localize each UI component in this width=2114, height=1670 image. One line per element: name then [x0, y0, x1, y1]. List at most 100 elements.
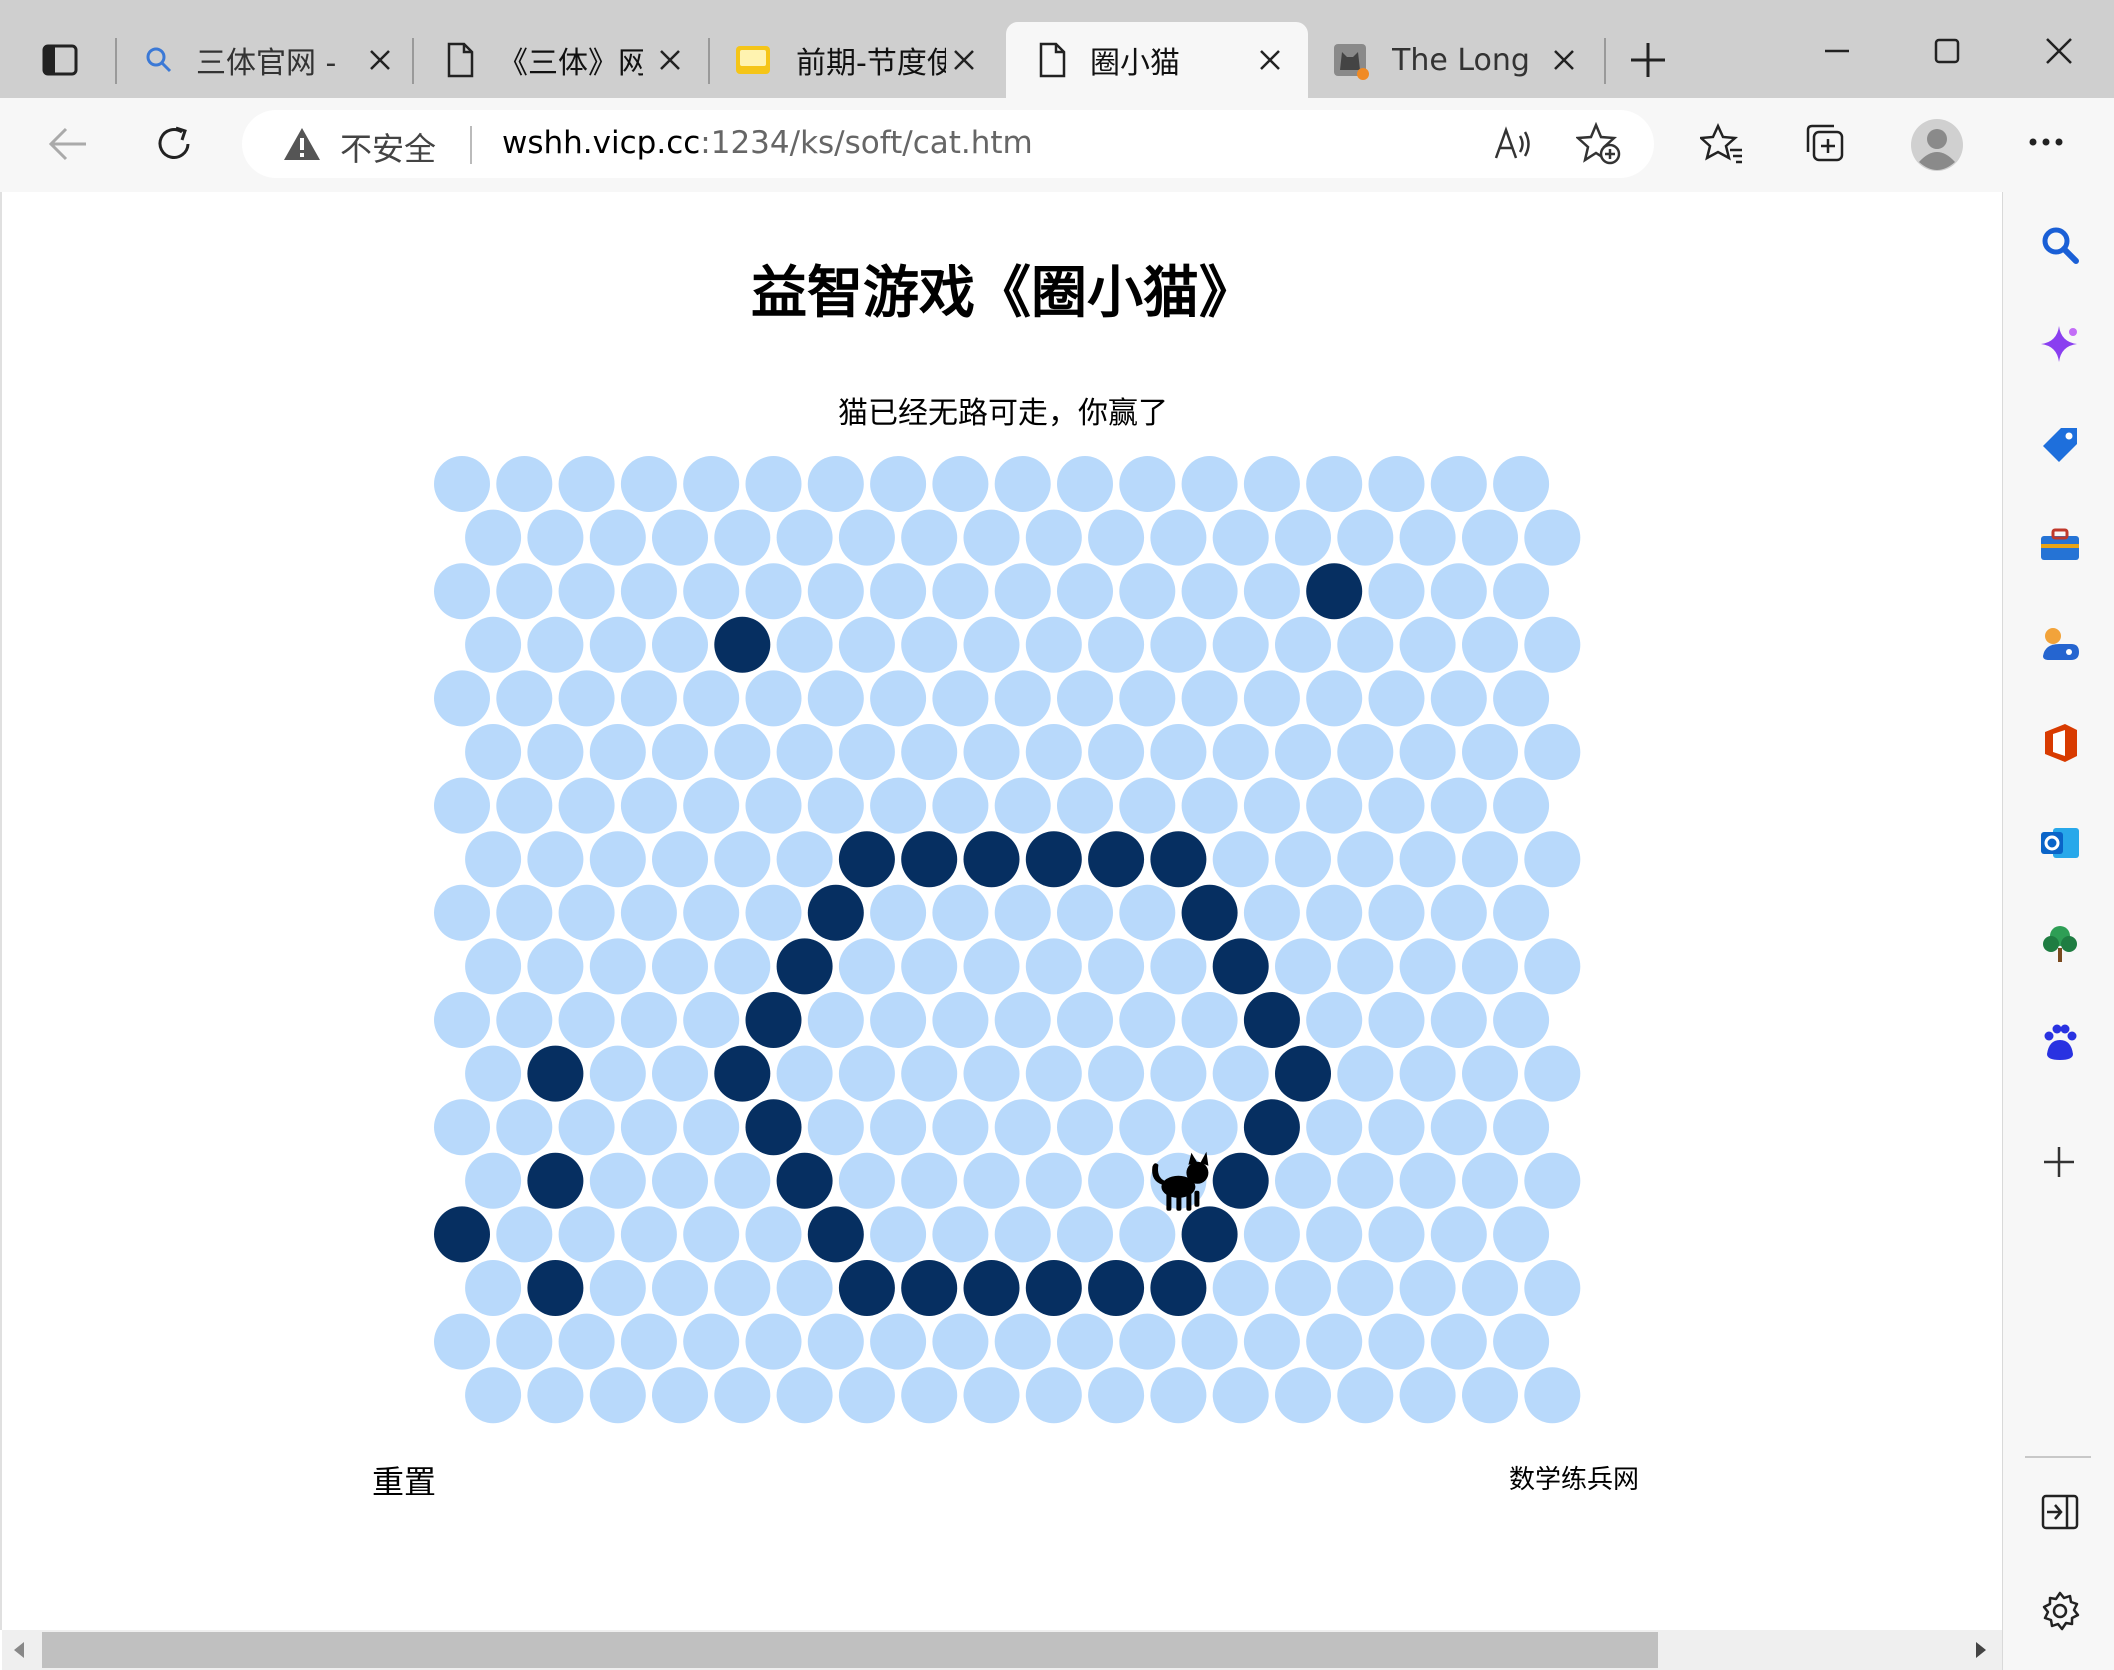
open-cell[interactable]	[1337, 938, 1394, 995]
close-icon[interactable]	[650, 40, 690, 80]
open-cell[interactable]	[1462, 724, 1518, 780]
open-cell[interactable]	[1368, 884, 1425, 941]
open-cell[interactable]	[589, 1152, 646, 1209]
open-cell[interactable]	[1306, 1206, 1363, 1263]
open-cell[interactable]	[994, 777, 1051, 834]
open-cell[interactable]	[1493, 777, 1550, 834]
open-cell[interactable]	[838, 724, 895, 780]
open-cell[interactable]	[434, 884, 490, 941]
open-cell[interactable]	[745, 670, 802, 727]
open-cell[interactable]	[1150, 1367, 1207, 1424]
blocked-cell[interactable]	[1306, 563, 1363, 620]
blocked-cell[interactable]	[1150, 1260, 1207, 1316]
open-cell[interactable]	[714, 1152, 771, 1209]
open-cell[interactable]	[932, 670, 989, 727]
open-cell[interactable]	[870, 670, 927, 727]
open-cell[interactable]	[901, 938, 958, 995]
open-cell[interactable]	[1025, 616, 1082, 673]
open-cell[interactable]	[745, 884, 802, 941]
open-cell[interactable]	[994, 456, 1051, 512]
open-cell[interactable]	[994, 670, 1051, 727]
refresh-icon[interactable]	[152, 122, 196, 166]
open-cell[interactable]	[1057, 1206, 1113, 1263]
open-cell[interactable]	[527, 509, 584, 566]
open-cell[interactable]	[1524, 509, 1581, 566]
open-cell[interactable]	[1368, 563, 1425, 620]
open-cell[interactable]	[963, 1045, 1020, 1102]
open-cell[interactable]	[1430, 1099, 1487, 1156]
open-cell[interactable]	[434, 456, 490, 512]
open-cell[interactable]	[994, 563, 1051, 620]
open-cell[interactable]	[683, 1099, 740, 1156]
scroll-left-icon[interactable]	[12, 1640, 26, 1660]
open-cell[interactable]	[558, 563, 615, 620]
open-cell[interactable]	[932, 1313, 989, 1370]
open-cell[interactable]	[558, 1313, 615, 1370]
open-cell[interactable]	[1524, 831, 1581, 888]
open-cell[interactable]	[1399, 938, 1456, 995]
open-cell[interactable]	[1275, 938, 1331, 995]
open-cell[interactable]	[1275, 616, 1331, 673]
open-cell[interactable]	[1399, 1045, 1456, 1102]
blocked-cell[interactable]	[807, 884, 864, 941]
open-cell[interactable]	[1524, 1152, 1581, 1209]
open-cell[interactable]	[932, 1099, 989, 1156]
open-cell[interactable]	[1057, 563, 1113, 620]
blocked-cell[interactable]	[807, 1206, 864, 1263]
scroll-right-icon[interactable]	[1974, 1640, 1988, 1660]
open-cell[interactable]	[1119, 670, 1176, 727]
open-cell[interactable]	[963, 1367, 1020, 1424]
open-cell[interactable]	[558, 777, 615, 834]
open-cell[interactable]	[1057, 670, 1113, 727]
open-cell[interactable]	[1524, 724, 1581, 780]
open-cell[interactable]	[465, 831, 522, 888]
open-cell[interactable]	[1462, 938, 1518, 995]
open-cell[interactable]	[1430, 992, 1487, 1048]
open-cell[interactable]	[1306, 670, 1363, 727]
close-icon[interactable]	[360, 40, 400, 80]
blocked-cell[interactable]	[434, 1206, 490, 1263]
open-cell[interactable]	[1337, 509, 1394, 566]
games-icon[interactable]	[2039, 622, 2081, 664]
open-cell[interactable]	[558, 884, 615, 941]
open-cell[interactable]	[1243, 777, 1300, 834]
open-cell[interactable]	[1181, 1313, 1238, 1370]
open-cell[interactable]	[589, 724, 646, 780]
blocked-cell[interactable]	[838, 831, 895, 888]
open-cell[interactable]	[1430, 777, 1487, 834]
open-cell[interactable]	[1493, 456, 1550, 512]
open-cell[interactable]	[963, 724, 1020, 780]
open-cell[interactable]	[1119, 456, 1176, 512]
open-cell[interactable]	[745, 1313, 802, 1370]
read-aloud-icon[interactable]	[1492, 124, 1534, 164]
blocked-cell[interactable]	[1181, 884, 1238, 941]
minimize-icon[interactable]	[1822, 36, 1852, 66]
open-cell[interactable]	[652, 616, 708, 673]
open-cell[interactable]	[1306, 1313, 1363, 1370]
tab-the-long-dark[interactable]: The Long D	[1312, 22, 1602, 98]
open-cell[interactable]	[589, 1367, 646, 1424]
office-icon[interactable]	[2039, 722, 2081, 764]
open-cell[interactable]	[1275, 831, 1331, 888]
open-cell[interactable]	[620, 777, 677, 834]
open-cell[interactable]	[1368, 670, 1425, 727]
open-cell[interactable]	[870, 456, 927, 512]
open-cell[interactable]	[1337, 831, 1394, 888]
shopping-tag-icon[interactable]	[2039, 424, 2081, 466]
blocked-cell[interactable]	[1088, 1260, 1145, 1316]
open-cell[interactable]	[1430, 456, 1487, 512]
open-cell[interactable]	[870, 1206, 927, 1263]
tab-actions-icon[interactable]	[40, 40, 80, 80]
open-cell[interactable]	[496, 1313, 553, 1370]
open-cell[interactable]	[620, 1313, 677, 1370]
open-cell[interactable]	[994, 992, 1051, 1048]
open-cell[interactable]	[434, 1099, 490, 1156]
open-cell[interactable]	[527, 938, 584, 995]
open-cell[interactable]	[1306, 884, 1363, 941]
open-cell[interactable]	[932, 992, 989, 1048]
open-cell[interactable]	[901, 724, 958, 780]
blocked-cell[interactable]	[1025, 1260, 1082, 1316]
open-cell[interactable]	[652, 724, 708, 780]
open-cell[interactable]	[1524, 616, 1581, 673]
open-cell[interactable]	[1399, 831, 1456, 888]
